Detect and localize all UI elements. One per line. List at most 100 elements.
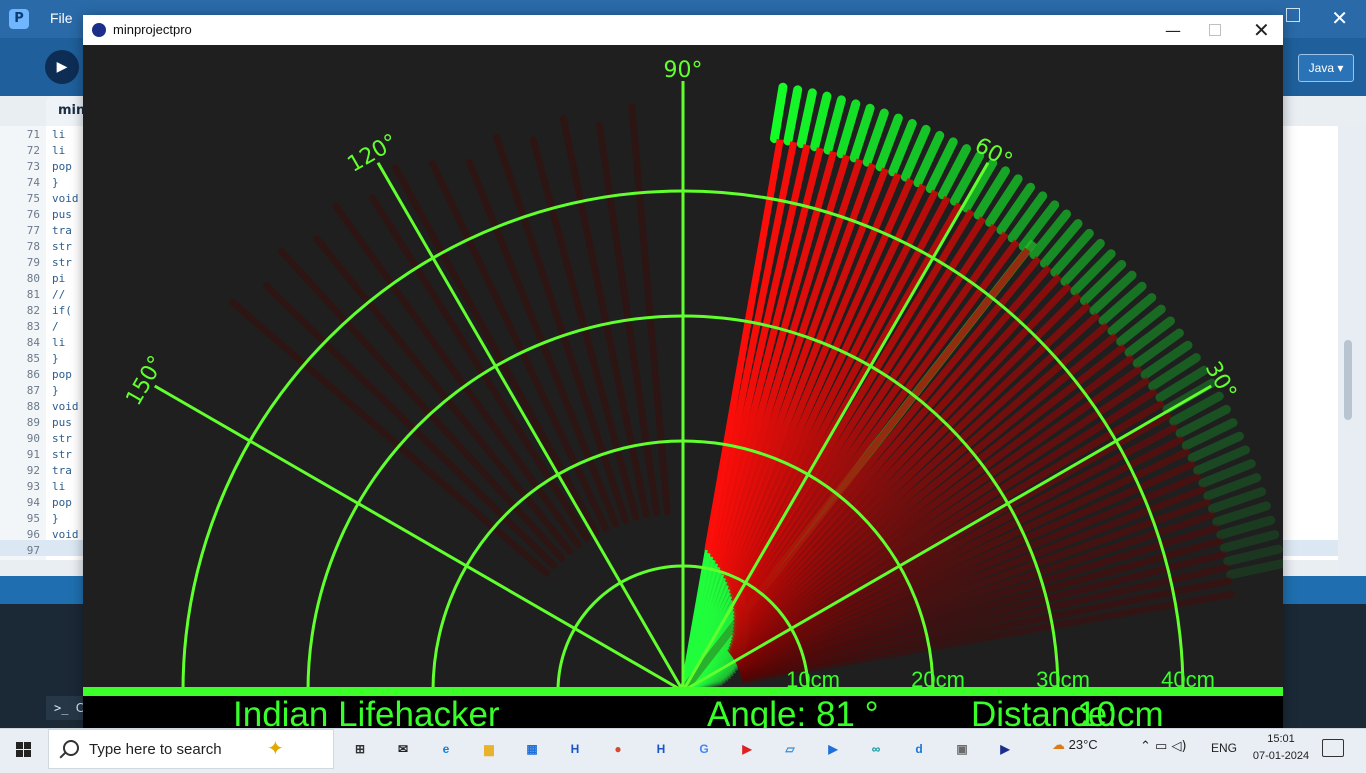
line-number: 80 xyxy=(26,272,40,285)
code-line[interactable]: } xyxy=(52,176,59,189)
taskbar-app-d-app-icon[interactable]: d xyxy=(905,735,933,763)
taskbar-app-edge-icon[interactable]: e xyxy=(432,735,460,763)
taskbar-app-medal-icon[interactable]: ● xyxy=(604,735,632,763)
line-number: 79 xyxy=(26,256,40,269)
weather-temp: 23°C xyxy=(1068,737,1098,752)
line-number: 89 xyxy=(26,416,40,429)
code-line[interactable]: if( xyxy=(52,304,72,317)
taskbar-app-task-view-icon[interactable]: ⊞ xyxy=(346,735,374,763)
code-line[interactable]: li xyxy=(52,144,65,157)
mode-select[interactable]: Java ▾ xyxy=(1298,54,1354,82)
code-line[interactable]: tra xyxy=(52,464,72,477)
taskbar-app-notes-icon[interactable]: ▱ xyxy=(776,735,804,763)
code-line[interactable]: li xyxy=(52,336,65,349)
code-line[interactable]: pop xyxy=(52,160,72,173)
taskbar-app-tool-icon[interactable]: ▣ xyxy=(948,735,976,763)
weather-icon: ☁ xyxy=(1052,737,1065,752)
search-placeholder: Type here to search xyxy=(89,741,222,758)
code-line[interactable]: / xyxy=(52,320,59,333)
taskbar-app-mail-icon[interactable]: ✉ xyxy=(389,735,417,763)
code-line[interactable]: } xyxy=(52,384,59,397)
sketch-window: minprojectpro — ✕ 30° 60° 90° 120° 150° 10cm… xyxy=(83,15,1283,728)
line-number: 72 xyxy=(26,144,40,157)
radar-canvas: 30°60°90°120°150° 10cm 20cm 30cm 40cm India… xyxy=(83,45,1283,728)
code-line[interactable]: str xyxy=(52,432,72,445)
editor-scrollbar[interactable] xyxy=(1338,126,1366,576)
code-line[interactable]: } xyxy=(52,512,59,525)
code-line[interactable]: pi xyxy=(52,272,65,285)
line-number: 85 xyxy=(26,352,40,365)
taskbar-app-arduino-icon[interactable]: ∞ xyxy=(862,735,890,763)
distance-unit: cm xyxy=(1117,695,1164,728)
code-line[interactable]: li xyxy=(52,480,65,493)
language-indicator[interactable]: ENG xyxy=(1211,741,1237,755)
line-number: 73 xyxy=(26,160,40,173)
line-number: 91 xyxy=(26,448,40,461)
taskbar-app-processing-blue-icon[interactable]: ▶ xyxy=(819,735,847,763)
line-number: 96 xyxy=(26,528,40,541)
taskbar-app-hiq-icon[interactable]: H xyxy=(561,735,589,763)
close-button[interactable]: ✕ xyxy=(1253,18,1270,42)
processing-app-icon xyxy=(92,23,106,37)
line-number: 75 xyxy=(26,192,40,205)
code-line[interactable]: // xyxy=(52,288,65,301)
line-number: 86 xyxy=(26,368,40,381)
line-number: 82 xyxy=(26,304,40,317)
code-line[interactable]: pus xyxy=(52,416,72,429)
code-line[interactable]: void xyxy=(52,400,79,413)
code-line[interactable]: str xyxy=(52,256,72,269)
taskbar-app-youtube-icon[interactable]: ▶ xyxy=(733,735,761,763)
windows-logo-icon xyxy=(16,742,31,757)
line-number: 94 xyxy=(26,496,40,509)
taskbar-app-chrome-icon[interactable]: G xyxy=(690,735,718,763)
distance-value: 10 xyxy=(1077,695,1116,728)
search-box[interactable]: Type here to search ✦ xyxy=(48,729,334,769)
weather-widget[interactable]: ☁ 23°C xyxy=(1052,737,1098,753)
line-number: 93 xyxy=(26,480,40,493)
scrollbar-thumb[interactable] xyxy=(1344,340,1352,420)
code-line[interactable]: } xyxy=(52,352,59,365)
file-menu[interactable]: File xyxy=(50,10,73,26)
line-number: 71 xyxy=(26,128,40,141)
code-line[interactable]: pop xyxy=(52,496,72,509)
notification-center-icon[interactable] xyxy=(1322,739,1344,757)
line-number: 81 xyxy=(26,288,40,301)
window-title-bar[interactable]: minprojectpro — ✕ xyxy=(83,15,1283,45)
footer-text: Indian Lifehacker xyxy=(233,695,500,728)
code-line[interactable]: str xyxy=(52,448,72,461)
window-title: minprojectpro xyxy=(113,22,192,37)
line-number: 90 xyxy=(26,432,40,445)
ide-close-icon[interactable]: ✕ xyxy=(1331,6,1348,30)
code-line[interactable]: li xyxy=(52,128,65,141)
code-line[interactable]: pop xyxy=(52,368,72,381)
code-line[interactable]: pus xyxy=(52,208,72,221)
search-highlight-icon: ✦ xyxy=(267,736,284,760)
taskbar-app-store-icon[interactable]: ▦ xyxy=(518,735,546,763)
line-number: 88 xyxy=(26,400,40,413)
line-number: 92 xyxy=(26,464,40,477)
start-button[interactable] xyxy=(0,729,48,769)
processing-logo-icon: P xyxy=(9,9,29,29)
line-number: 78 xyxy=(26,240,40,253)
line-number: 76 xyxy=(26,208,40,221)
angle-label: 90° xyxy=(664,58,703,83)
code-line[interactable]: void xyxy=(52,528,79,541)
taskbar-app-hiq-icon[interactable]: H xyxy=(647,735,675,763)
angle-readout: Angle: 81 ° xyxy=(707,695,879,728)
clock-time[interactable]: 15:01 xyxy=(1255,733,1307,745)
line-number: 83 xyxy=(26,320,40,333)
code-line[interactable]: void xyxy=(52,192,79,205)
minimize-button[interactable]: — xyxy=(1165,21,1181,40)
maximize-button[interactable] xyxy=(1209,24,1221,36)
taskbar-app-file-explorer-icon[interactable]: ▆ xyxy=(475,735,503,763)
system-tray-icons[interactable]: ⌃ ▭ ◁) xyxy=(1140,739,1187,754)
line-number: 77 xyxy=(26,224,40,237)
code-line[interactable]: str xyxy=(52,240,72,253)
line-number: 74 xyxy=(26,176,40,189)
clock-date[interactable]: 07-01-2024 xyxy=(1251,750,1311,762)
taskbar-app-processing-icon[interactable]: ▶ xyxy=(991,735,1019,763)
ide-restore-icon[interactable] xyxy=(1286,8,1300,22)
code-line[interactable]: tra xyxy=(52,224,72,237)
run-button[interactable]: ▶ xyxy=(45,50,79,84)
search-icon xyxy=(63,740,79,756)
